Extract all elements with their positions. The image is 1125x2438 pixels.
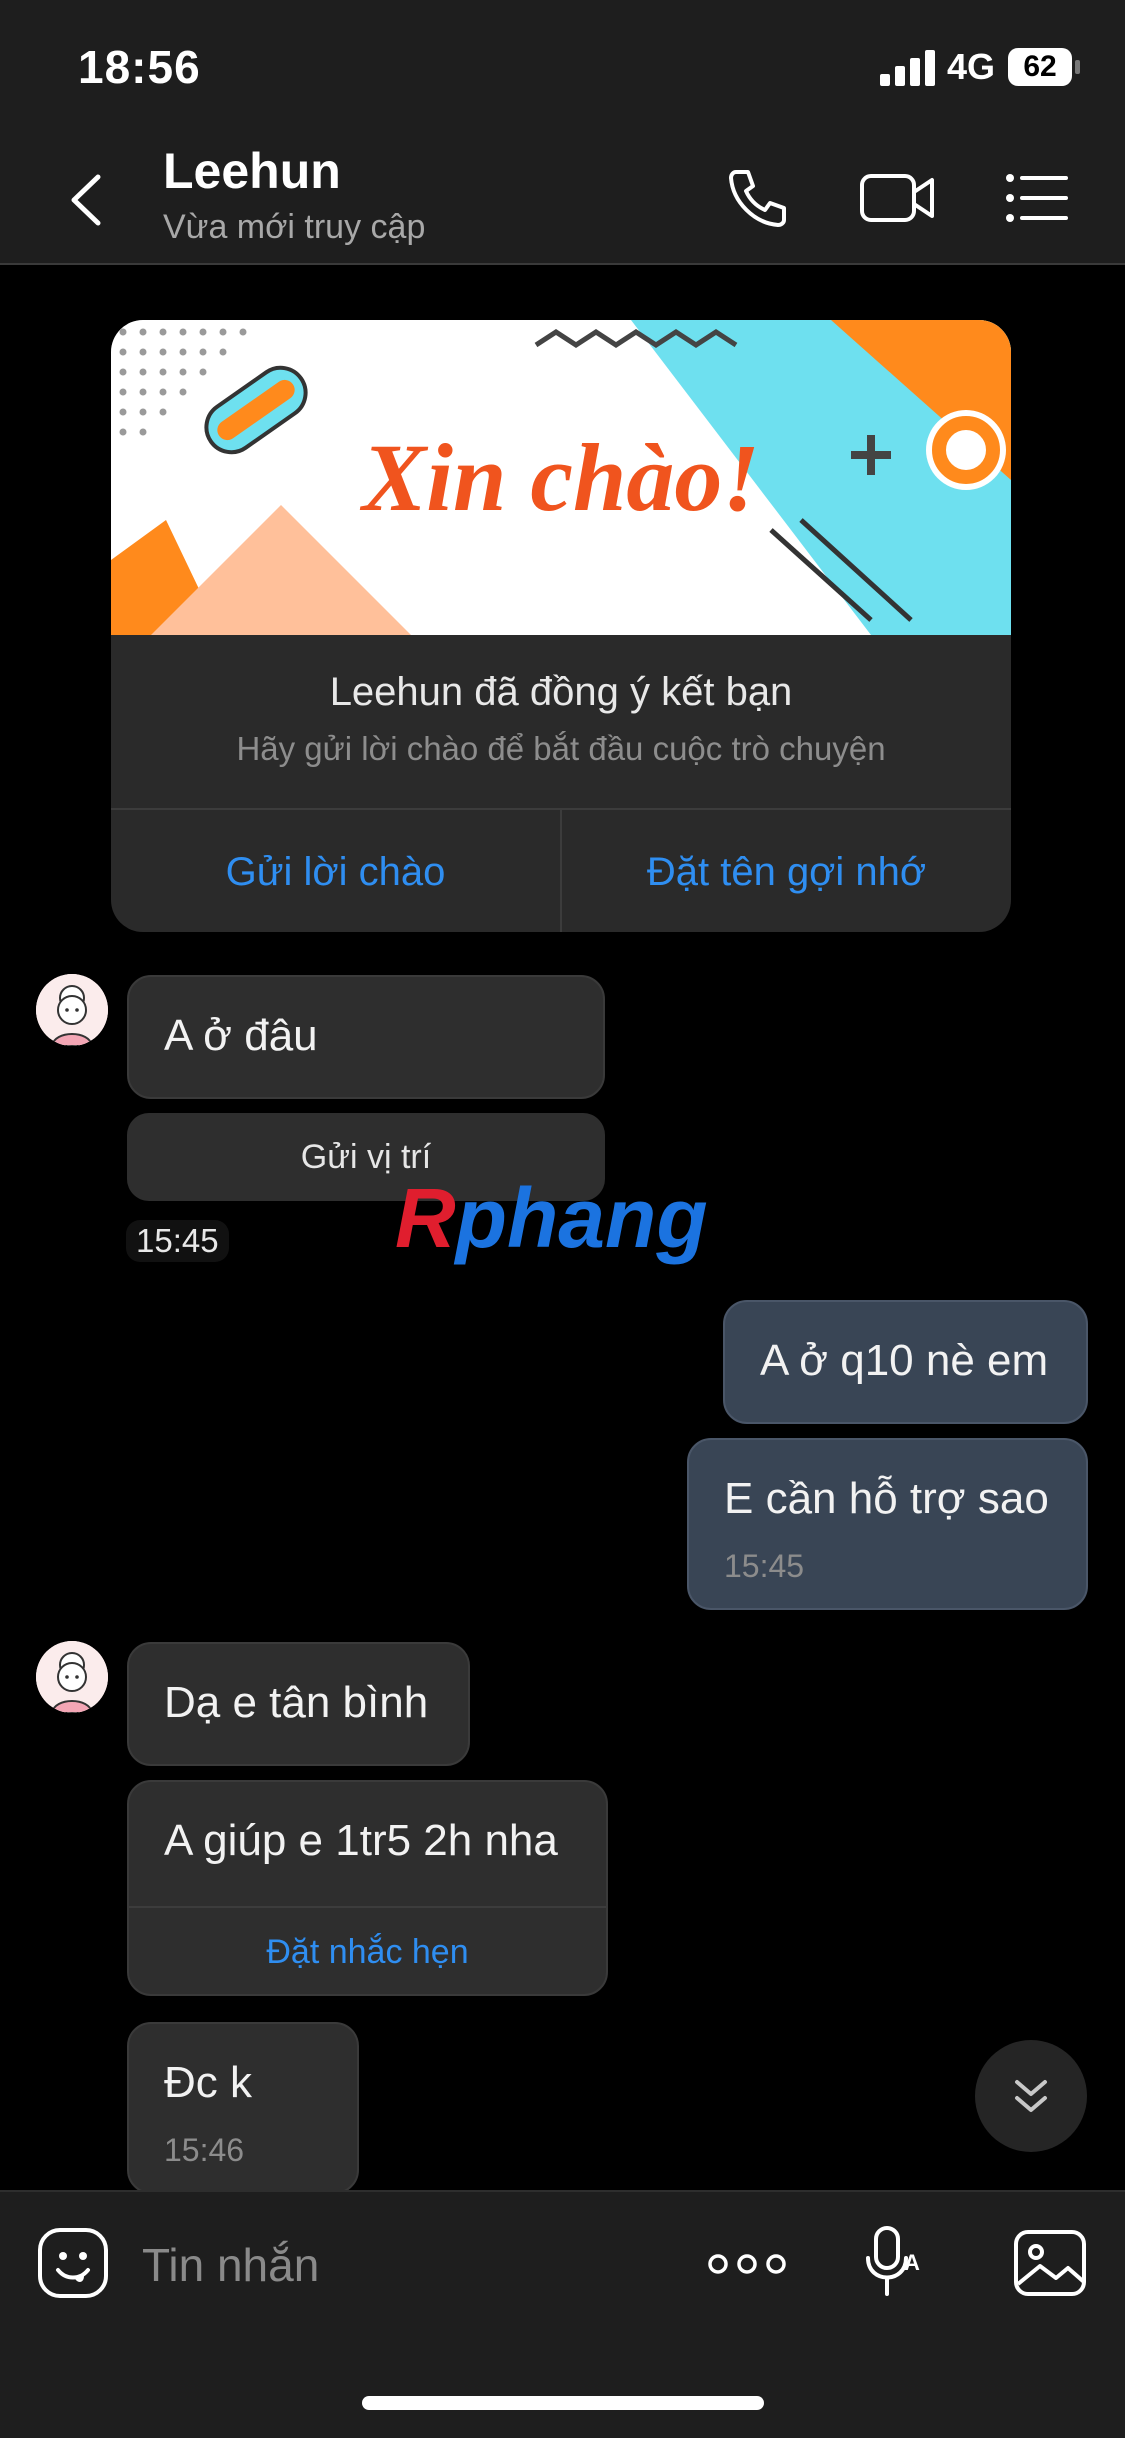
message-bubble-received[interactable]: Đc k 15:46 <box>127 2022 359 2194</box>
more-options-icon[interactable] <box>706 2244 788 2284</box>
message-bubble-received[interactable]: A giúp e 1tr5 2h nha Đặt nhắc hẹn <box>127 1780 608 1996</box>
message-bubble-sent[interactable]: A ở q10 nè em <box>723 1300 1088 1424</box>
avatar-icon <box>36 974 108 1046</box>
message-text: Dạ e tân bình <box>164 1678 429 1727</box>
signal-icon <box>880 50 935 86</box>
message-text: E cần hỗ trợ sao <box>724 1474 1049 1523</box>
contact-name[interactable]: Leehun <box>163 142 341 200</box>
message-text: Đc k <box>164 2058 252 2107</box>
friend-accepted-card: Xin chào! Leehun đã đồng ý kết bạn Hãy g… <box>111 320 1011 932</box>
greeting-banner: Xin chào! <box>111 320 1011 635</box>
message-bubble-received[interactable]: Dạ e tân bình <box>127 1642 470 1766</box>
double-chevron-down-icon <box>1015 2080 1047 2112</box>
network-label: 4G <box>947 46 996 87</box>
message-text: A giúp e 1tr5 2h nha <box>164 1816 558 1865</box>
voice-to-text-icon[interactable]: A <box>862 2222 922 2302</box>
contact-avatar[interactable] <box>36 974 108 1046</box>
message-text: A ở đâu <box>164 1011 318 1060</box>
phone-icon[interactable] <box>722 162 794 234</box>
send-greeting-button[interactable]: Gửi lời chào <box>111 810 560 932</box>
home-indicator[interactable] <box>362 2396 764 2410</box>
svg-text:A: A <box>904 2250 920 2275</box>
card-actions: Gửi lời chào Đặt tên gợi nhớ <box>111 808 1011 932</box>
back-icon[interactable] <box>58 165 118 235</box>
message-time: 15:45 <box>126 1220 229 1262</box>
message-time: 15:46 <box>164 2132 245 2168</box>
battery-icon: 62 <box>1008 48 1080 86</box>
contact-status: Vừa mới truy cập <box>163 208 426 246</box>
message-bubble-received[interactable]: A ở đâu <box>127 975 605 1099</box>
scroll-to-bottom-button[interactable] <box>975 2040 1087 2152</box>
video-call-icon[interactable] <box>858 162 938 234</box>
menu-list-icon[interactable] <box>1002 162 1074 234</box>
message-bubble-sent[interactable]: E cần hỗ trợ sao 15:45 <box>687 1438 1088 1610</box>
message-text: A ở q10 nè em <box>760 1336 1049 1385</box>
battery-level: 62 <box>1023 50 1057 83</box>
card-title: Leehun đã đồng ý kết bạn <box>329 670 793 714</box>
message-time: 15:45 <box>724 1548 805 1584</box>
set-reminder-button[interactable]: Đặt nhắc hẹn <box>129 1908 606 1996</box>
watermark-logo: Rphang <box>395 1171 708 1265</box>
sticker-emoji-icon[interactable] <box>36 2226 110 2300</box>
card-subtitle: Hãy gửi lời chào để bắt đầu cuộc trò chu… <box>236 730 886 767</box>
image-gallery-icon[interactable] <box>1012 2228 1088 2298</box>
set-nickname-button[interactable]: Đặt tên gợi nhớ <box>560 810 1011 932</box>
greeting-banner-text: Xin chào! <box>359 424 759 531</box>
status-time: 18:56 <box>78 41 201 93</box>
message-input[interactable] <box>140 2232 644 2298</box>
avatar-icon <box>36 1641 108 1713</box>
contact-avatar[interactable] <box>36 1641 108 1713</box>
